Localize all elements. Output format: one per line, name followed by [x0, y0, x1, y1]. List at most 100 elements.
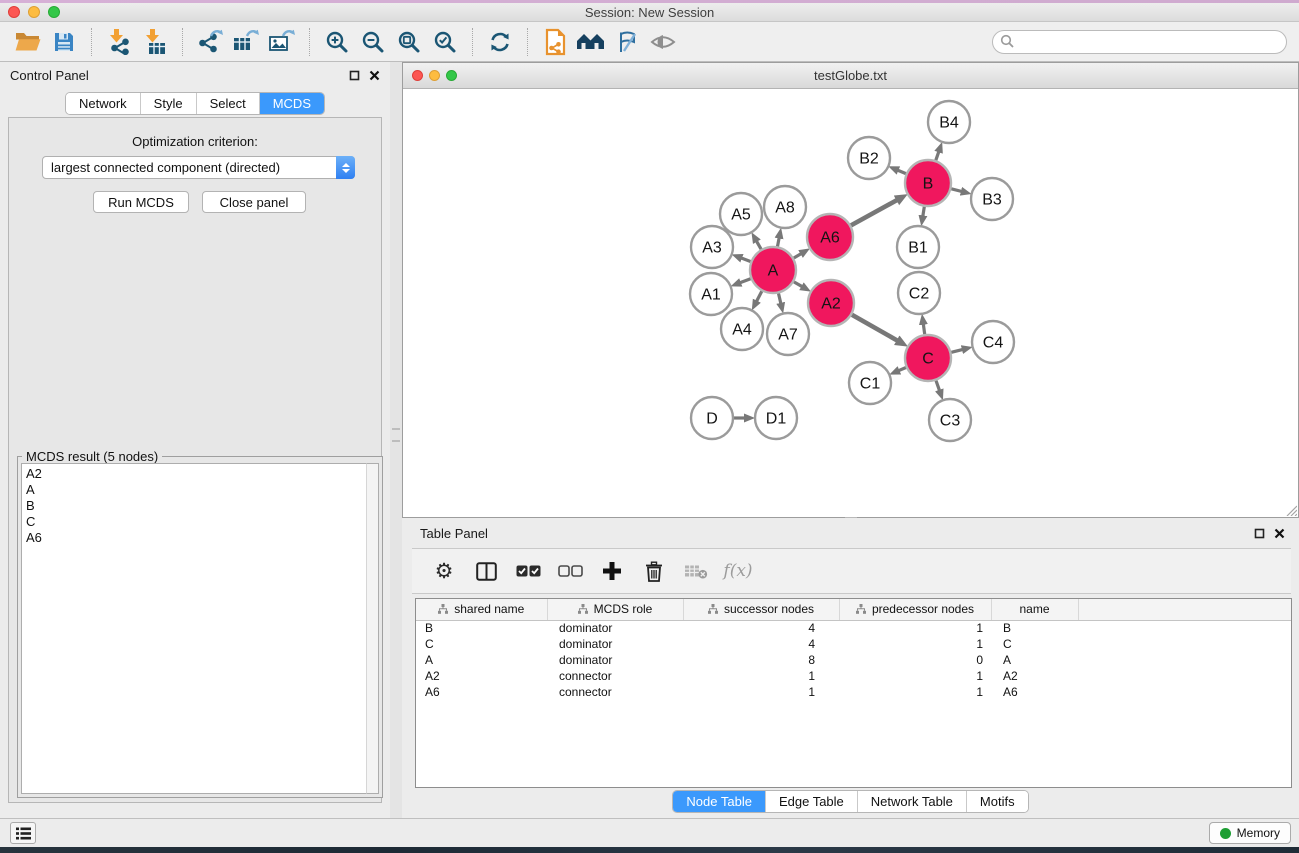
export-network-icon[interactable]: [192, 25, 228, 59]
table-row[interactable]: A6connector11A6: [416, 684, 1291, 700]
cell[interactable]: A6: [416, 684, 547, 700]
graph-node-A6[interactable]: [807, 214, 853, 260]
graph-edge-A-A7[interactable]: [779, 293, 781, 303]
zoom-selected-icon[interactable]: [427, 25, 463, 59]
graph-node-B1[interactable]: [897, 226, 939, 268]
graph-edge-C-C3[interactable]: [936, 381, 940, 391]
delete-column-icon[interactable]: [640, 556, 668, 586]
graph-edge-A-A8[interactable]: [778, 238, 780, 247]
cell[interactable]: connector: [547, 684, 683, 700]
table-row[interactable]: A2connector11A2: [416, 668, 1291, 684]
graph-edge-C-C1[interactable]: [899, 368, 907, 371]
network-canvas[interactable]: AA1A2A3A4A5A6A7A8BB1B2B3B4CC1C2C3C4DD1: [403, 89, 1298, 517]
zoom-fit-icon[interactable]: [391, 25, 427, 59]
cell[interactable]: 1: [839, 620, 991, 636]
cell[interactable]: 1: [839, 668, 991, 684]
vertical-splitter[interactable]: [390, 62, 402, 818]
graph-node-A4[interactable]: [721, 308, 763, 350]
gear-icon[interactable]: ⚙: [430, 556, 458, 586]
graph-node-C1[interactable]: [849, 362, 891, 404]
graph-node-D1[interactable]: [755, 397, 797, 439]
graph-edge-B-B2[interactable]: [898, 170, 906, 174]
graph-node-A8[interactable]: [764, 186, 806, 228]
cell[interactable]: B: [416, 620, 547, 636]
search-input[interactable]: [1015, 34, 1265, 49]
zoom-out-icon[interactable]: [355, 25, 391, 59]
graph-node-A5[interactable]: [720, 193, 762, 235]
cell[interactable]: 1: [683, 684, 839, 700]
cell[interactable]: A6: [991, 684, 1078, 700]
cell[interactable]: A: [991, 652, 1078, 668]
export-image-icon[interactable]: [264, 25, 300, 59]
graph-edge-C-C2[interactable]: [923, 324, 924, 335]
graph-edge-A-A2[interactable]: [794, 282, 802, 287]
tab-motifs[interactable]: Motifs: [966, 791, 1028, 812]
cell[interactable]: A: [416, 652, 547, 668]
add-column-icon[interactable]: [598, 556, 626, 586]
zoom-in-icon[interactable]: [319, 25, 355, 59]
graph-node-C4[interactable]: [972, 321, 1014, 363]
function-builder-icon[interactable]: f(x): [724, 556, 752, 586]
cell[interactable]: dominator: [547, 620, 683, 636]
close-panel-button[interactable]: Close panel: [202, 191, 306, 213]
float-table-panel-icon[interactable]: [1254, 528, 1265, 539]
cell[interactable]: dominator: [547, 652, 683, 668]
tab-node-table[interactable]: Node Table: [673, 791, 765, 812]
column-header-successor-nodes[interactable]: successor nodes: [683, 599, 839, 620]
result-item-a6[interactable]: A6: [26, 530, 366, 546]
save-icon[interactable]: [46, 25, 82, 59]
graph-edge-A-A5[interactable]: [756, 241, 761, 249]
cell[interactable]: 0: [839, 652, 991, 668]
delete-table-icon[interactable]: [682, 556, 710, 586]
window-resize-grip-icon[interactable]: [1284, 503, 1297, 516]
close-table-panel-icon[interactable]: [1274, 528, 1285, 539]
flag-icon[interactable]: [609, 25, 645, 59]
tab-network[interactable]: Network: [66, 93, 140, 114]
column-header-predecessor-nodes[interactable]: predecessor nodes: [839, 599, 991, 620]
cell[interactable]: 4: [683, 620, 839, 636]
float-panel-icon[interactable]: [349, 70, 360, 81]
cell[interactable]: dominator: [547, 636, 683, 652]
criterion-dropdown[interactable]: largest connected component (directed): [42, 156, 355, 179]
houses-icon[interactable]: [573, 25, 609, 59]
graph-node-A7[interactable]: [767, 313, 809, 355]
open-folder-icon[interactable]: [10, 25, 46, 59]
graph-edge-A6-B[interactable]: [851, 200, 897, 226]
cell[interactable]: C: [991, 636, 1078, 652]
table-row[interactable]: Adominator80A: [416, 652, 1291, 668]
tab-edge-table[interactable]: Edge Table: [765, 791, 857, 812]
graph-node-A[interactable]: [750, 247, 796, 293]
result-item-c[interactable]: C: [26, 514, 366, 530]
column-header-shared-name[interactable]: shared name: [416, 599, 547, 620]
select-all-checkboxes-icon[interactable]: [514, 556, 542, 586]
export-table-icon[interactable]: [228, 25, 264, 59]
mcds-result-list[interactable]: A2ABCA6: [21, 463, 366, 794]
tab-network-table[interactable]: Network Table: [857, 791, 966, 812]
cell[interactable]: A2: [416, 668, 547, 684]
graph-edge-B-B4[interactable]: [936, 151, 939, 160]
cell[interactable]: C: [416, 636, 547, 652]
result-item-a2[interactable]: A2: [26, 466, 366, 482]
cell[interactable]: 1: [683, 668, 839, 684]
new-document-icon[interactable]: [537, 25, 573, 59]
graph-node-A1[interactable]: [690, 273, 732, 315]
graph-edge-A-A4[interactable]: [756, 291, 761, 301]
graph-edge-A-A1[interactable]: [740, 279, 751, 283]
table-row[interactable]: Bdominator41B: [416, 620, 1291, 636]
cell[interactable]: B: [991, 620, 1078, 636]
cell[interactable]: 8: [683, 652, 839, 668]
task-list-button[interactable]: [10, 822, 36, 844]
close-panel-icon[interactable]: [369, 70, 380, 81]
tab-mcds[interactable]: MCDS: [259, 93, 324, 114]
eye-icon[interactable]: [645, 25, 681, 59]
column-header-mcds-role[interactable]: MCDS role: [547, 599, 683, 620]
cell[interactable]: 4: [683, 636, 839, 652]
cell[interactable]: A2: [991, 668, 1078, 684]
graph-edge-A-A3[interactable]: [741, 258, 751, 262]
column-header-name[interactable]: name: [991, 599, 1078, 620]
cell[interactable]: connector: [547, 668, 683, 684]
cell[interactable]: 1: [839, 636, 991, 652]
graph-edge-B-B3[interactable]: [951, 189, 962, 192]
import-network-icon[interactable]: [101, 25, 137, 59]
graph-node-B[interactable]: [905, 160, 951, 206]
